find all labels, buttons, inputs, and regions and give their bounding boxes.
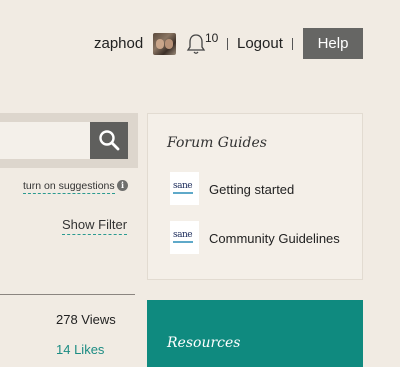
logout-link[interactable]: Logout xyxy=(237,35,283,52)
bell-icon[interactable] xyxy=(186,32,206,56)
divider xyxy=(0,294,135,295)
separator xyxy=(227,38,228,50)
help-button[interactable]: Help xyxy=(303,28,363,59)
search-button[interactable] xyxy=(90,122,128,159)
sane-logo-icon: sane xyxy=(170,172,199,205)
avatar[interactable] xyxy=(153,33,176,55)
search-input[interactable] xyxy=(0,122,90,159)
views-count: 278 Views xyxy=(56,312,116,327)
resources-panel: Resources xyxy=(147,300,363,367)
notification-count: 10 xyxy=(205,31,219,45)
separator xyxy=(292,38,293,50)
search-icon xyxy=(99,130,120,151)
info-icon[interactable]: i xyxy=(117,180,128,191)
likes-count[interactable]: 14 Likes xyxy=(56,342,104,357)
guide-label[interactable]: Getting started xyxy=(209,182,294,197)
sane-logo-icon: sane xyxy=(170,221,199,254)
username[interactable]: zaphod xyxy=(94,35,143,52)
suggestions-toggle[interactable]: turn on suggestions xyxy=(23,180,115,194)
forum-guides-title: Forum Guides xyxy=(167,135,267,151)
guide-item-community-guidelines[interactable]: sane Community Guidelines xyxy=(168,221,358,255)
resources-title: Resources xyxy=(167,335,241,351)
show-filter-link[interactable]: Show Filter xyxy=(62,217,128,235)
forum-guides-panel: Forum Guides sane Getting started sane C… xyxy=(147,113,363,280)
guide-label[interactable]: Community Guidelines xyxy=(209,231,340,246)
guide-item-getting-started[interactable]: sane Getting started xyxy=(168,172,358,206)
